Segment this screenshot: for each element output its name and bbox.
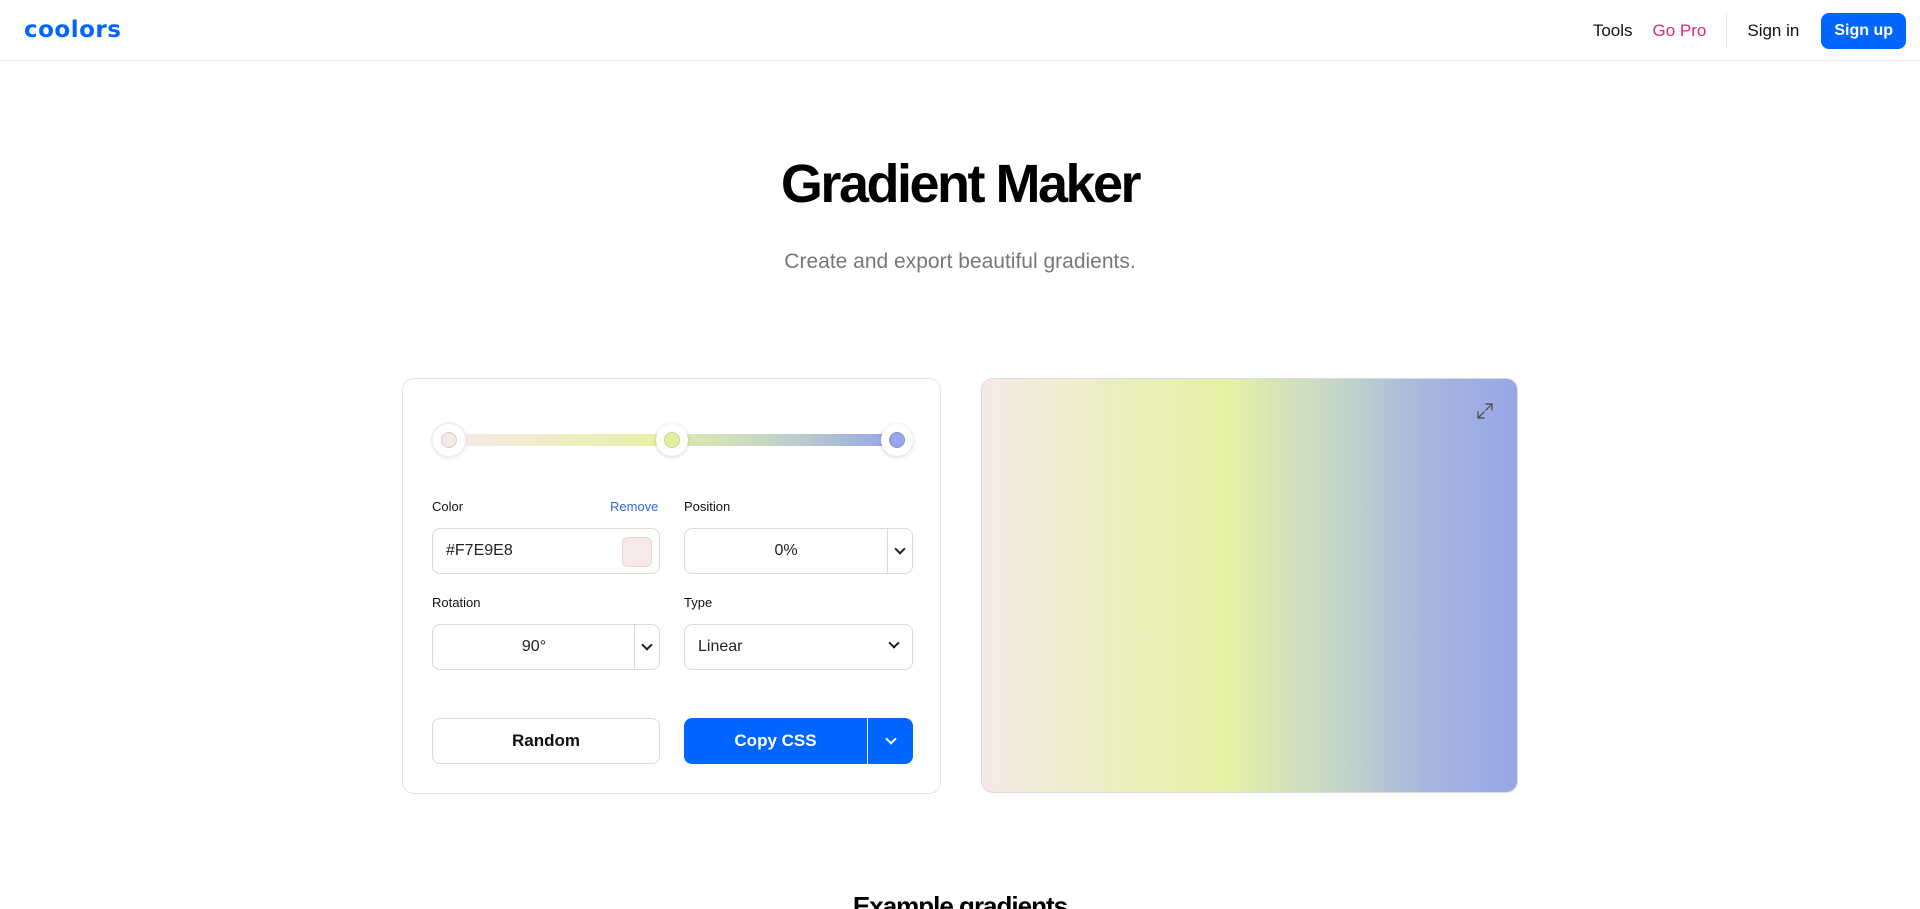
color-hex-input[interactable]: #F7E9E8 <box>432 528 660 574</box>
nav-divider <box>1726 13 1728 49</box>
random-button[interactable]: Random <box>432 718 660 764</box>
sign-up-button[interactable]: Sign up <box>1821 13 1906 49</box>
page-title: Gradient Maker <box>780 154 1142 214</box>
expand-icon[interactable] <box>1475 401 1495 421</box>
nav-go-pro-link[interactable]: Go Pro <box>1643 13 1717 49</box>
position-input[interactable]: 0% <box>684 528 913 574</box>
type-value: Linear <box>698 638 743 655</box>
type-label: Type <box>684 595 713 610</box>
top-navbar: coolors Tools Go Pro Sign in Sign up <box>0 0 1920 61</box>
coolors-logo[interactable]: coolors <box>24 17 121 43</box>
sign-in-link[interactable]: Sign in <box>1737 13 1809 49</box>
color-stop-handle[interactable] <box>881 424 913 456</box>
position-label: Position <box>684 499 731 514</box>
rotation-value: 90° <box>521 638 547 655</box>
color-swatch-button[interactable] <box>622 537 652 567</box>
color-stop-swatch <box>664 432 680 448</box>
remove-stop-link[interactable]: Remove <box>610 499 658 515</box>
nav-links: Tools Go Pro Sign in Sign up <box>1583 13 1906 49</box>
gradient-controls-card: Color Remove Position #F7E9E8 0% Rotatio… <box>402 378 941 794</box>
rotation-input[interactable]: 90° <box>432 624 660 670</box>
position-dropdown-button[interactable] <box>887 529 912 573</box>
gradient-preview <box>981 378 1518 793</box>
chevron-down-icon <box>894 543 906 555</box>
copy-css-options-button[interactable] <box>868 718 913 764</box>
type-select[interactable]: Linear <box>684 624 913 670</box>
chevron-down-icon <box>641 639 653 651</box>
color-stop-handle[interactable] <box>656 424 688 456</box>
rotation-dropdown-button[interactable] <box>634 625 659 669</box>
color-hex-value: #F7E9E8 <box>446 542 513 559</box>
color-label: Color <box>432 499 464 514</box>
nav-tools-link[interactable]: Tools <box>1583 13 1643 49</box>
page-subtitle: Create and export beautiful gradients. <box>784 250 1136 273</box>
rotation-label: Rotation <box>432 595 481 610</box>
example-gradients-heading: Example gradients <box>852 891 1068 909</box>
color-stop-swatch <box>441 432 457 448</box>
color-stop-swatch <box>889 432 905 448</box>
copy-css-button[interactable]: Copy CSS <box>684 718 867 764</box>
chevron-down-icon <box>888 637 900 649</box>
color-stop-handle[interactable] <box>433 424 465 456</box>
chevron-down-icon <box>884 733 897 745</box>
position-value: 0% <box>774 542 798 559</box>
